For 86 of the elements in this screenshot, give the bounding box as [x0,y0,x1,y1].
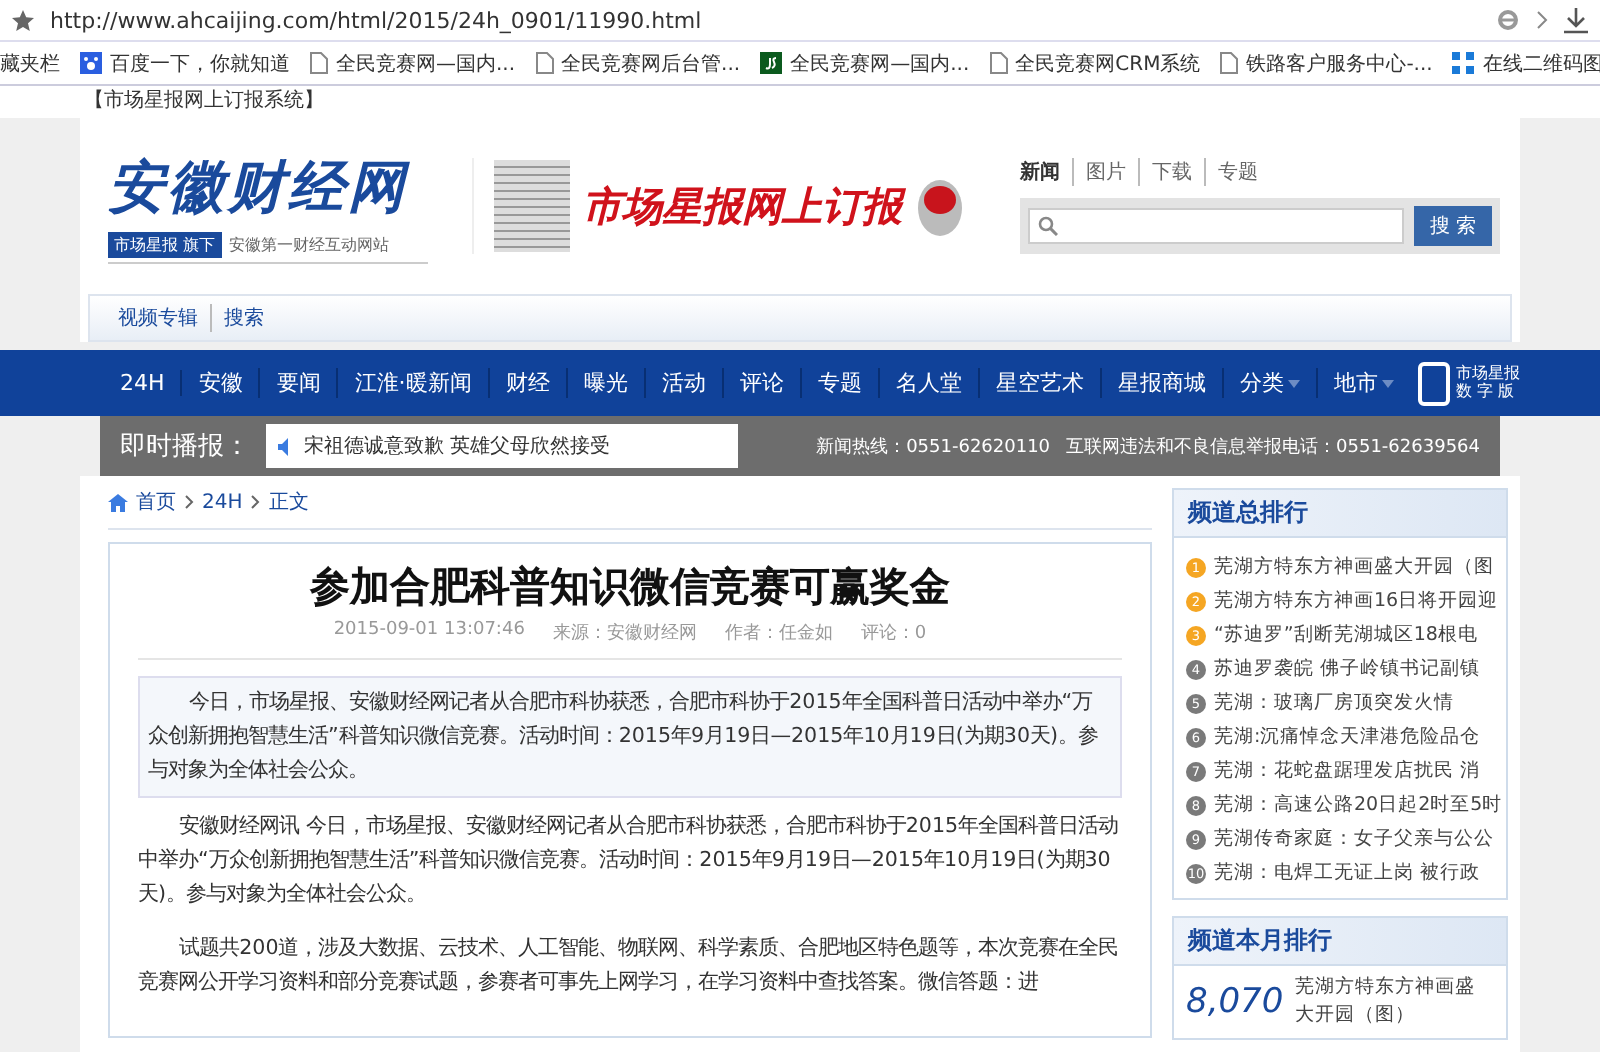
speaker-icon [278,437,294,455]
bookmark-item[interactable]: 在线二维码图 [1452,49,1600,77]
article-paragraph: 试题共200道，涉及大数据、云技术、人工智能、物联网、科学素质、合肥地区特色题等，本次竞赛在全民竞赛网公开学习资料和部分竞赛试题，参赛者可事先上网学习，在学习资料中查找答案。微信答题：进 [138,934,1121,998]
js-logo-icon [760,52,783,74]
article-comments: 评论：0 [860,621,927,646]
bookmark-item[interactable]: 全民竞赛网CRM系统 [989,49,1201,77]
bookmark-item[interactable]: 全民竞赛网—国内... [310,49,516,77]
nav-item[interactable]: 分类 [1223,368,1318,398]
digital-edition-label[interactable]: 数 字 版 [1455,383,1520,401]
bookmark-item[interactable]: 全民竞赛网—国内... [760,49,970,77]
star-icon[interactable] [12,9,34,31]
ranking-link[interactable]: 苏迪罗袭皖 佛子岭镇书记副镇 [1214,656,1481,682]
mouse-icon [914,174,966,238]
browser-logo-icon[interactable] [1496,8,1520,32]
page-icon [535,52,554,74]
bookmark-item[interactable]: 全民竞赛网后台管... [535,49,741,77]
bookmark-item[interactable]: 铁路客户服务中心-... [1220,49,1433,77]
article-date: 2015-09-01 13:07:46 [333,620,525,644]
search-tab[interactable]: 新闻 [1020,158,1074,186]
site-tagline: 安徽第一财经互动网站 [229,233,390,255]
ranking-link[interactable]: “苏迪罗”刮断芜湖城区18根电 [1214,622,1478,648]
nav-item[interactable]: 财经 [489,368,568,398]
article-title: 参加合肥科普知识微信竞赛可赢奖金 [307,560,952,614]
view-count: 8,070 [1186,982,1284,1022]
ranking-link[interactable]: 芜湖：电焊工无证上岗 被行政 [1214,860,1481,886]
breadcrumb-link[interactable]: 正文 [268,488,309,516]
hotline-text: 新闻热线：0551-62620110 [816,435,1051,459]
search-tab[interactable]: 图片 [1086,158,1140,186]
ranking-link[interactable]: 芜湖传奇家庭：女子父亲与公公 [1214,826,1494,852]
ticker-headline[interactable]: 宋祖德诚意致歉 英雄父母欣然接受 [266,424,738,468]
ranking-link[interactable]: 芜湖：玻璃厂房顶突发火情 [1214,690,1454,716]
search-field[interactable] [1028,208,1404,244]
chevron-icon[interactable] [1536,10,1548,30]
paw-icon [80,52,102,74]
nav-item[interactable]: 专题 [801,368,880,398]
report-hotline-text: 互联网违法和不良信息举报电话：0551-62639564 [1066,435,1480,459]
page-icon [989,52,1008,74]
subscription-link[interactable]: 【市场星报网上订报系统】 [0,86,1600,118]
nav-item[interactable]: 星报商城 [1101,368,1224,398]
bookmark-item[interactable]: 百度一下，你就知道 [80,49,290,77]
nav-item[interactable]: 评论 [723,368,802,398]
nav-item[interactable]: 地市 [1317,368,1410,398]
nav-item[interactable]: 星空艺术 [979,368,1102,398]
ranking-link[interactable]: 芜湖方特东方神画盛大开园（图 [1214,554,1494,580]
nav-item[interactable]: 名人堂 [879,368,980,398]
nav-item[interactable]: 活动 [645,368,724,398]
page-icon [1220,52,1239,74]
site-logo[interactable]: 安徽财经网 [108,149,428,225]
breadcrumb-link[interactable]: 24H [202,491,243,513]
nav-item[interactable]: 曝光 [567,368,646,398]
search-icon [1038,216,1058,236]
ranking-link[interactable]: 芜湖方特东方神画盛大开园（图） [1295,974,1494,1030]
nav-item[interactable]: 24H [104,370,183,396]
newspaper-badge: 市场星报 旗下 [108,231,222,257]
chevron-icon [184,494,194,510]
article-author: 作者：任金如 [724,621,833,646]
chevron-icon [250,494,261,510]
digital-edition-label[interactable]: 市场星报 [1455,365,1520,383]
search-tab[interactable]: 专题 [1218,158,1270,186]
ranking-link[interactable]: 芜湖:沉痛悼念天津港危险品仓 [1214,724,1481,750]
page-icon [310,52,328,74]
article-paragraph: 安徽财经网讯 今日，市场星报、安徽财经网记者从合肥市科协获悉，合肥市科协于2015年全国科普日活动中举办“万众创新拥抱智慧生活”科普知识微信竞赛。活动时间：2015年9月19日—2015年10月19日(为期30天)。参与对象为全体社会公众。 [138,812,1121,910]
caret-icon [1287,379,1300,387]
download-icon[interactable] [1564,7,1588,33]
ranking-link[interactable]: 芜湖：花蛇盘踞理发店扰民 消 [1214,758,1481,784]
breadcrumb-link[interactable]: 首页 [136,488,176,516]
search-button[interactable]: 搜 索 [1413,206,1492,246]
nav-item[interactable]: 安徽 [182,368,261,398]
ranking-link[interactable]: 芜湖：高速公路20日起2时至5时 [1214,792,1503,818]
ranking-link[interactable]: 芜湖方特东方神画16日将开园迎 [1214,588,1499,614]
bookmark-item[interactable]: 藏夹栏 [0,49,60,77]
caret-icon [1381,379,1394,387]
grid-icon [1452,52,1475,74]
nav-item[interactable]: 江淮·暖新闻 [338,368,490,398]
ticker-label: 即时播报： [120,430,250,464]
home-icon [108,493,128,511]
header-link[interactable]: 搜索 [210,304,264,332]
search-tab[interactable]: 下载 [1152,158,1206,186]
newspaper-stack-drawing [494,160,570,252]
panel-title: 频道本月排行 [1174,918,1506,966]
tablet-icon[interactable] [1417,361,1450,405]
article-summary: 今日，市场星报、安徽财经网记者从合肥市科协获悉，合肥市科协于2015年全国科普日活动中举办“万众创新拥抱智慧生活”科普知识微信竞赛。活动时间：2015年9月19日—2015年10月19日(为期30天)。参与对象为全体社会公众。 [138,676,1122,798]
article-source: 来源：安徽财经网 [552,621,697,646]
header-link[interactable]: 视频专辑 [118,304,198,332]
nav-item[interactable]: 要闻 [260,368,339,398]
panel-title: 频道总排行 [1174,490,1506,538]
